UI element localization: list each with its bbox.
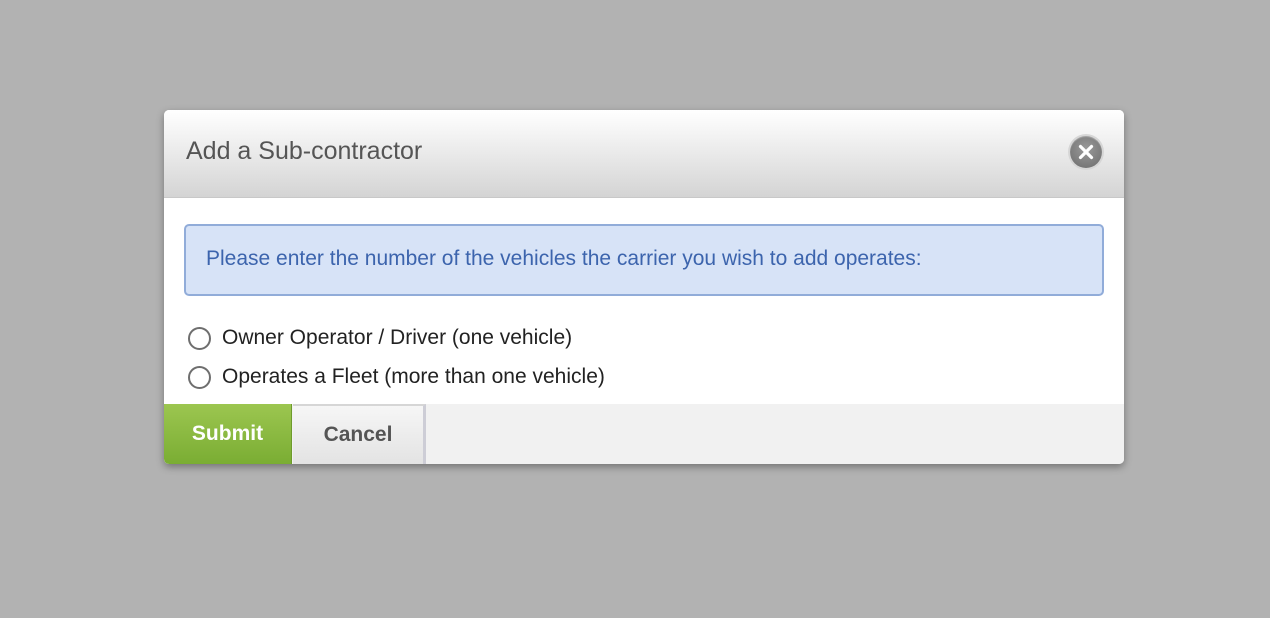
submit-button[interactable]: Submit (164, 404, 292, 464)
info-message: Please enter the number of the vehicles … (206, 247, 922, 270)
modal-overlay: Add a Sub-contractor Please enter the nu… (0, 0, 1270, 618)
cancel-button[interactable]: Cancel (293, 404, 426, 464)
close-button[interactable] (1070, 136, 1102, 168)
radio-label-fleet: Operates a Fleet (more than one vehicle) (222, 365, 605, 388)
radio-option-owner-operator[interactable]: Owner Operator / Driver (one vehicle) (188, 323, 572, 353)
dialog-title: Add a Sub-contractor (186, 137, 423, 165)
close-icon (1078, 144, 1094, 160)
dialog-header: Add a Sub-contractor (164, 110, 1124, 198)
radio-option-fleet[interactable]: Operates a Fleet (more than one vehicle) (188, 362, 605, 392)
add-subcontractor-dialog: Add a Sub-contractor Please enter the nu… (164, 110, 1124, 464)
radio-label-owner-operator: Owner Operator / Driver (one vehicle) (222, 326, 573, 349)
radio-button-owner-operator[interactable] (188, 326, 211, 350)
radio-button-fleet[interactable] (188, 365, 211, 389)
dialog-footer: Submit Cancel (164, 404, 1124, 464)
info-message-box: Please enter the number of the vehicles … (184, 224, 1104, 296)
